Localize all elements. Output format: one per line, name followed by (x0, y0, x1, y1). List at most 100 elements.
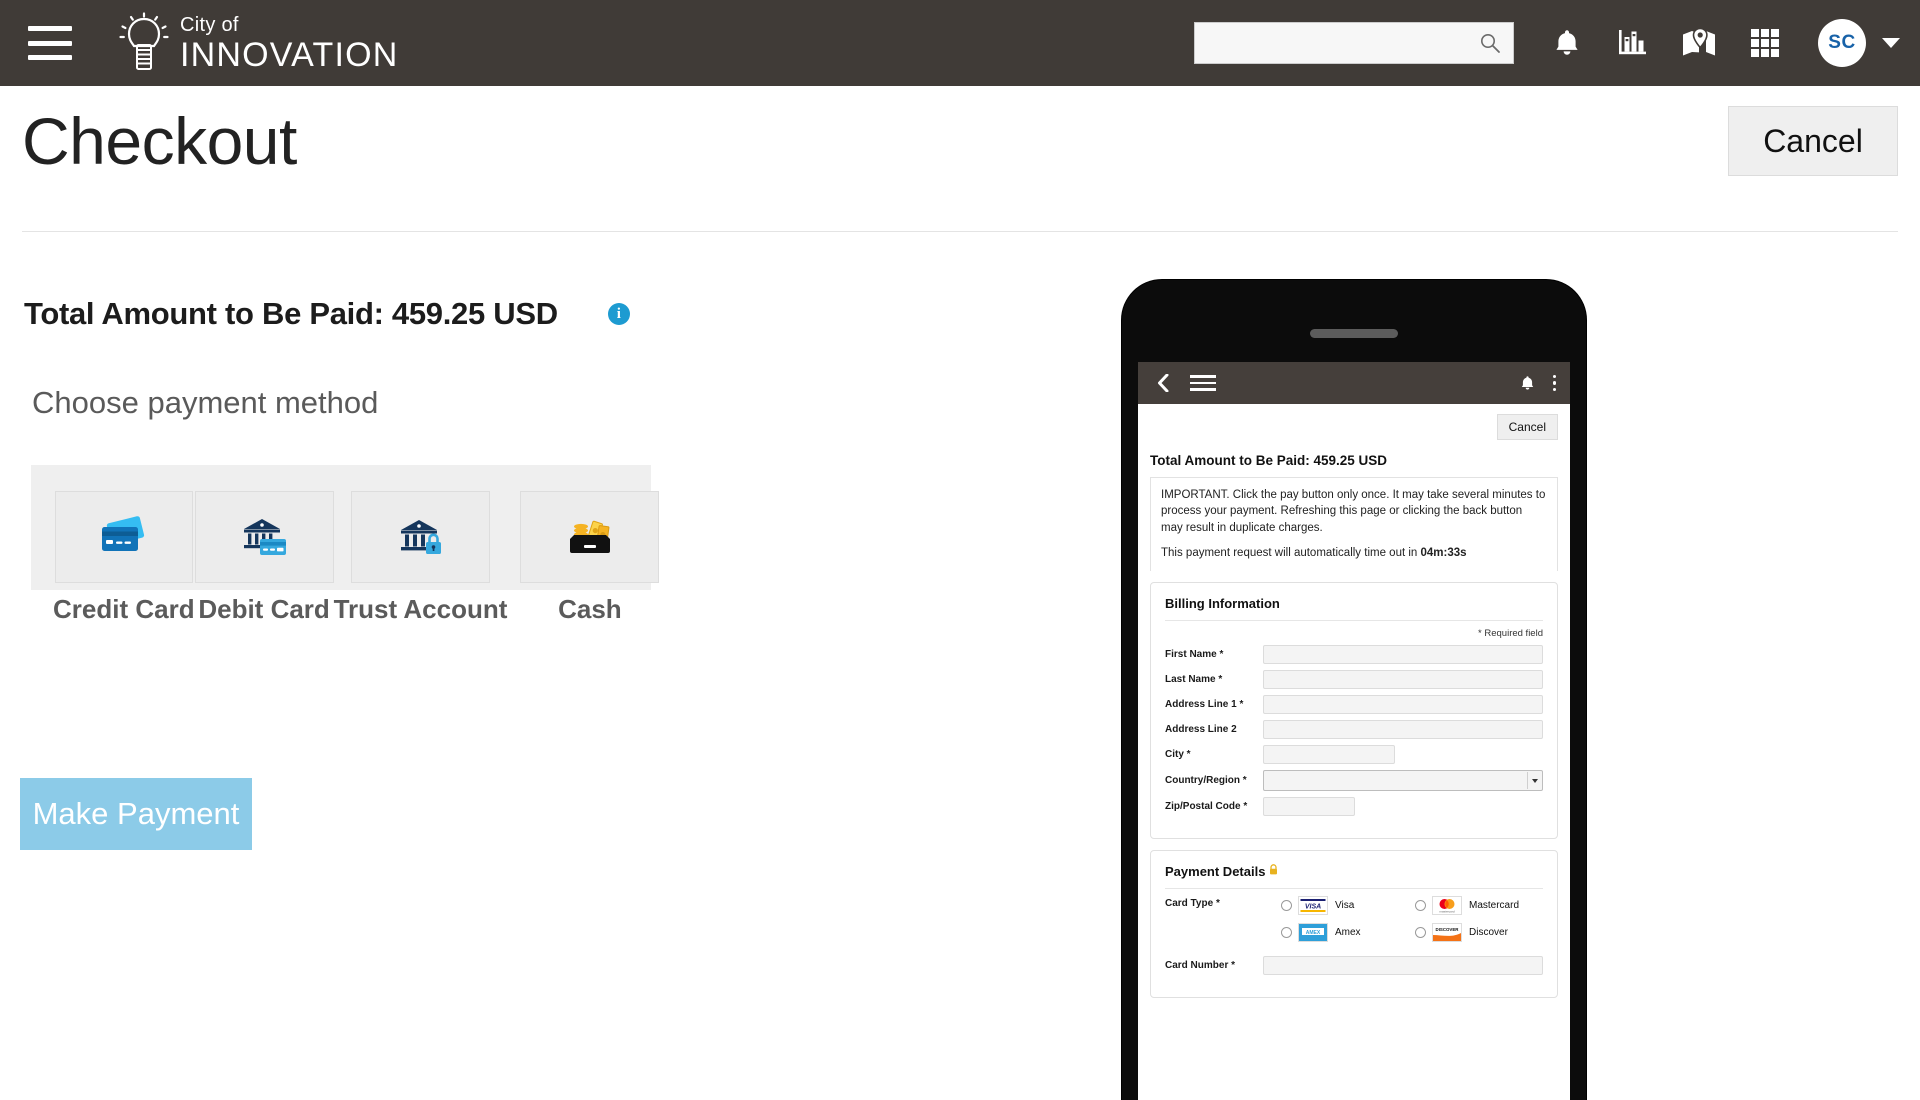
payment-method-debit-card[interactable]: Debit Card (194, 491, 334, 625)
mastercard-logo: mastercard (1432, 896, 1462, 916)
card-type-option-amex[interactable]: AMEX Amex (1281, 923, 1409, 943)
last-name-input[interactable] (1263, 670, 1543, 690)
card-divider (1165, 888, 1543, 890)
map-button[interactable] (1666, 0, 1732, 86)
phone-app-bar-actions (1520, 374, 1556, 392)
phone-notice-box: IMPORTANT. Click the pay button only onc… (1150, 477, 1558, 572)
hamburger-menu-icon[interactable] (28, 26, 72, 60)
payment-method-tile[interactable] (350, 491, 490, 583)
payment-method-label: Cash (558, 594, 622, 624)
cancel-button[interactable]: Cancel (1728, 106, 1898, 176)
card-type-option-discover[interactable]: DISCOVER Discover (1415, 923, 1543, 943)
radio-button[interactable] (1415, 900, 1426, 912)
field-label: Last Name * (1165, 674, 1223, 686)
brand-line-city: City of (180, 13, 239, 36)
make-payment-button[interactable]: Make Payment (20, 778, 252, 850)
card-type-label: Card Type * (1165, 898, 1220, 910)
address-line-1-input[interactable] (1263, 695, 1543, 715)
avatar[interactable]: SC (1818, 19, 1866, 67)
form-row-city: City * (1165, 745, 1543, 765)
payment-method-tile[interactable] (54, 491, 193, 583)
kebab-dot (1552, 374, 1556, 379)
search-icon[interactable] (1479, 32, 1501, 54)
payment-method-tile[interactable] (194, 491, 334, 583)
billing-information-card: Billing Information * Required field Fir… (1150, 582, 1558, 840)
billing-information-heading: Billing Information (1165, 596, 1280, 612)
radio-button[interactable] (1415, 927, 1426, 939)
card-type-name: Amex (1335, 927, 1361, 939)
credit-cards-icon (101, 516, 144, 551)
total-amount-row: Total Amount to Be Paid: 459.25 USD i (24, 296, 630, 332)
more-vertical-icon[interactable] (1552, 374, 1556, 392)
country-region-select[interactable] (1263, 770, 1543, 792)
cash-drawer-icon (569, 520, 610, 553)
card-type-option-visa[interactable]: VISA Visa (1281, 896, 1409, 916)
payment-method-credit-card[interactable]: Credit Card (53, 491, 195, 625)
field-label: Country/Region * (1165, 775, 1247, 787)
visa-logo: VISA (1298, 896, 1328, 916)
hamburger-line (28, 26, 72, 31)
payment-method-label: Trust Account (333, 594, 508, 624)
field-label: First Name * (1165, 649, 1224, 661)
brand-line-innovation: INNOVATION (180, 35, 399, 74)
notifications-button[interactable] (1534, 0, 1600, 86)
lock-icon (1270, 864, 1278, 875)
payment-details-title: Payment Details (1165, 864, 1266, 880)
phone-speaker-grille (1310, 329, 1398, 338)
field-label: Card Number * (1165, 960, 1236, 972)
card-number-input[interactable] (1263, 956, 1543, 976)
card-type-name: Discover (1469, 927, 1508, 939)
svg-text:mastercard: mastercard (1439, 910, 1454, 914)
discover-logo: DISCOVER (1432, 923, 1462, 943)
payment-details-heading: Payment Details (1165, 864, 1543, 879)
svg-text:DISCOVER: DISCOVER (1436, 928, 1460, 933)
chevron-down-icon[interactable] (1882, 38, 1900, 48)
bell-icon[interactable] (1520, 375, 1535, 392)
payment-method-trust-account[interactable]: Trust Account (333, 491, 508, 625)
apps-button[interactable] (1732, 0, 1798, 86)
phone-hamburger-menu-icon[interactable] (1190, 371, 1216, 395)
chevron-down-icon[interactable] (1527, 772, 1541, 790)
address-line-2-input[interactable] (1263, 720, 1543, 740)
grid-apps-icon (1751, 29, 1779, 57)
payment-method-cash[interactable]: Cash (507, 491, 660, 625)
search-input[interactable] (1195, 23, 1513, 63)
radio-button[interactable] (1281, 900, 1292, 912)
zip-postal-code-input[interactable] (1263, 797, 1355, 817)
city-input[interactable] (1263, 745, 1395, 765)
radio-button[interactable] (1281, 927, 1292, 939)
back-chevron-icon[interactable] (1152, 374, 1174, 392)
phone-notice-timeout: This payment request will automatically … (1161, 545, 1547, 561)
card-type-row: Card Type * VISA Visa mastercard Masterc… (1165, 896, 1543, 943)
top-header-bar: City of INNOVATION SC (0, 0, 1920, 86)
phone-screen: Cancel Total Amount to Be Paid: 459.25 U… (1138, 362, 1570, 1100)
info-icon[interactable]: i (607, 303, 630, 325)
header-divider (22, 231, 1898, 232)
payment-method-label: Credit Card (53, 594, 195, 624)
form-row-last-name: Last Name * (1165, 670, 1543, 690)
amex-logo: AMEX (1298, 923, 1328, 943)
phone-total-amount-label: Total Amount to Be Paid: 459.25 USD (1150, 453, 1388, 468)
reports-button[interactable] (1600, 0, 1666, 86)
brand-logo[interactable]: City of INNOVATION (117, 12, 399, 74)
phone-cancel-button[interactable]: Cancel (1496, 414, 1558, 440)
choose-payment-method-label: Choose payment method (32, 385, 379, 420)
form-row-first-name: First Name * (1165, 645, 1543, 665)
form-row-address-1: Address Line 1 * (1165, 695, 1543, 715)
map-pin-icon (1683, 27, 1715, 56)
user-menu[interactable]: SC (1818, 19, 1900, 67)
total-amount-label: Total Amount to Be Paid: 459.25 USD (24, 296, 558, 331)
payment-method-label: Debit Card (198, 594, 330, 624)
phone-app-bar (1138, 362, 1570, 404)
field-label: Address Line 2 (1165, 724, 1237, 736)
search-box[interactable] (1194, 22, 1514, 64)
field-label: City * (1165, 749, 1191, 761)
form-row-zip: Zip/Postal Code * (1165, 797, 1543, 817)
phone-content: Cancel Total Amount to Be Paid: 459.25 U… (1138, 404, 1570, 999)
first-name-input[interactable] (1263, 645, 1543, 665)
payment-method-tile[interactable] (520, 491, 660, 583)
page-header: Checkout Cancel (0, 86, 1920, 231)
header-actions: SC (1194, 0, 1920, 86)
payment-details-card: Payment Details Card Type * VISA Visa ma… (1150, 850, 1558, 999)
card-type-option-mastercard[interactable]: mastercard Mastercard (1415, 896, 1543, 916)
